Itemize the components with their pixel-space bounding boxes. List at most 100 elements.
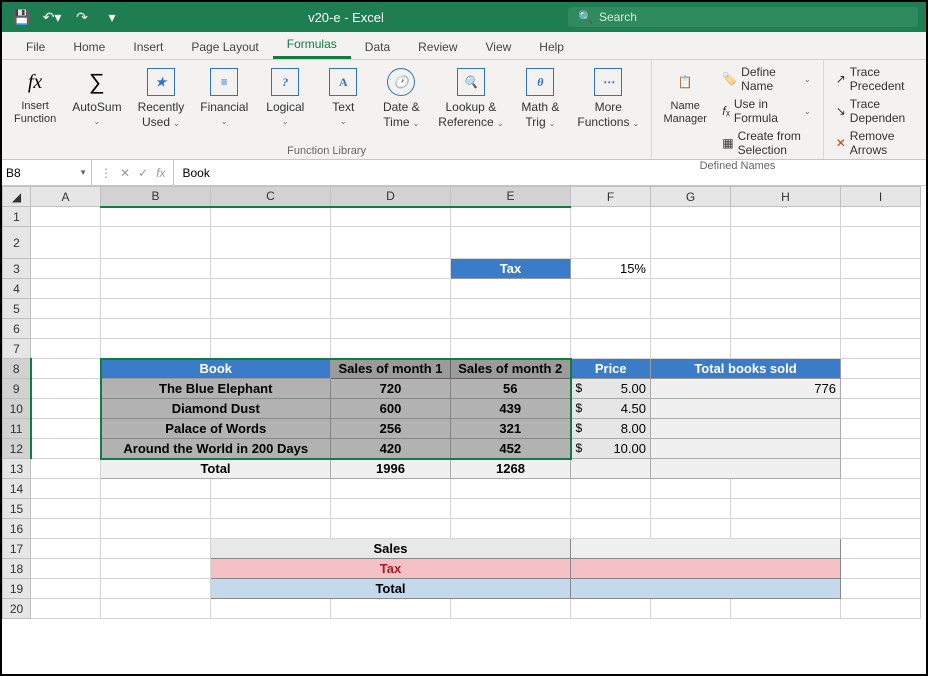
col-G[interactable]: G (651, 187, 731, 207)
row-16[interactable]: 16 (3, 519, 31, 539)
cell-G13[interactable] (651, 459, 841, 479)
cell-D13[interactable]: 1996 (331, 459, 451, 479)
cell-E13[interactable]: 1268 (451, 459, 571, 479)
datetime-button[interactable]: 🕐Date & Time ⌄ (376, 64, 426, 132)
cell-E10[interactable]: 439 (451, 399, 571, 419)
row-1[interactable]: 1 (3, 207, 31, 227)
tab-page-layout[interactable]: Page Layout (177, 35, 272, 59)
fx-bar-icon[interactable]: fx (156, 166, 165, 180)
cell-B11[interactable]: Palace of Words (101, 419, 331, 439)
cell-B13[interactable]: Total (101, 459, 331, 479)
create-from-selection-button[interactable]: ▦Create from Selection (718, 128, 815, 158)
cell-F9[interactable]: $$ 5.005.00 (571, 379, 651, 399)
define-name-button[interactable]: 🏷️Define Name ⌄ (718, 64, 815, 94)
tab-home[interactable]: Home (59, 35, 119, 59)
tab-insert[interactable]: Insert (119, 35, 177, 59)
remove-arrows-button[interactable]: ✕Remove Arrows (832, 128, 918, 158)
cell-F19[interactable] (571, 579, 841, 599)
lookup-button[interactable]: 🔍Lookup & Reference ⌄ (434, 64, 507, 132)
cell-F8[interactable]: Price (571, 359, 651, 379)
qat-customize-icon[interactable]: ▾ (100, 5, 124, 29)
cell-B8[interactable]: Book (101, 359, 331, 379)
row-10[interactable]: 10 (3, 399, 31, 419)
row-18[interactable]: 18 (3, 559, 31, 579)
cell-E11[interactable]: 321 (451, 419, 571, 439)
row-6[interactable]: 6 (3, 319, 31, 339)
col-C[interactable]: C (211, 187, 331, 207)
trace-precedents-button[interactable]: ↗Trace Precedent (832, 64, 918, 94)
col-F[interactable]: F (571, 187, 651, 207)
cell-E12[interactable]: 452 (451, 439, 571, 459)
cell-D11[interactable]: 256 (331, 419, 451, 439)
cell-F3[interactable]: 15% (571, 259, 651, 279)
cell-B9[interactable]: The Blue Elephant (101, 379, 331, 399)
row-17[interactable]: 17 (3, 539, 31, 559)
cell-D10[interactable]: 600 (331, 399, 451, 419)
tab-data[interactable]: Data (351, 35, 404, 59)
cell-D8[interactable]: Sales of month 1 (331, 359, 451, 379)
row-9[interactable]: 9 (3, 379, 31, 399)
cell-C18[interactable]: Tax (211, 559, 571, 579)
more-functions-button[interactable]: ⋯More Functions ⌄ (573, 64, 643, 132)
cell-F10[interactable]: $4.50 (571, 399, 651, 419)
row-3[interactable]: 3 (3, 259, 31, 279)
tab-file[interactable]: File (12, 35, 59, 59)
col-D[interactable]: D (331, 187, 451, 207)
cell-F17[interactable] (571, 539, 841, 559)
row-14[interactable]: 14 (3, 479, 31, 499)
recently-used-button[interactable]: ★Recently Used ⌄ (134, 64, 189, 132)
col-H[interactable]: H (731, 187, 841, 207)
row-5[interactable]: 5 (3, 299, 31, 319)
trace-dependents-button[interactable]: ↘Trace Dependen (832, 96, 918, 126)
cell-F18[interactable] (571, 559, 841, 579)
autosum-button[interactable]: ∑AutoSum⌄ (68, 64, 125, 130)
cell-F12[interactable]: $10.00 (571, 439, 651, 459)
search-box[interactable]: 🔍 Search (568, 7, 918, 27)
cell-E9[interactable]: 56 (451, 379, 571, 399)
row-15[interactable]: 15 (3, 499, 31, 519)
cell-E8[interactable]: Sales of month 2 (451, 359, 571, 379)
undo-icon[interactable]: ↶▾ (40, 5, 64, 29)
cell-C19[interactable]: Total (211, 579, 571, 599)
cell-C17[interactable]: Sales (211, 539, 571, 559)
row-11[interactable]: 11 (3, 419, 31, 439)
cell-F13[interactable] (571, 459, 651, 479)
tab-help[interactable]: Help (525, 35, 578, 59)
mathtrig-button[interactable]: θMath & Trig ⌄ (515, 64, 565, 132)
name-manager-button[interactable]: 📋Name Manager (660, 64, 710, 128)
tab-formulas[interactable]: Formulas (273, 32, 351, 59)
row-13[interactable]: 13 (3, 459, 31, 479)
col-B[interactable]: B (101, 187, 211, 207)
cell-G11[interactable] (651, 419, 841, 439)
logical-button[interactable]: ?Logical⌄ (260, 64, 310, 130)
confirm-icon[interactable]: ✓ (138, 166, 148, 180)
cell-B10[interactable]: Diamond Dust (101, 399, 331, 419)
cell-F11[interactable]: $8.00 (571, 419, 651, 439)
save-icon[interactable]: 💾 (10, 5, 34, 29)
row-19[interactable]: 19 (3, 579, 31, 599)
row-7[interactable]: 7 (3, 339, 31, 359)
tab-view[interactable]: View (472, 35, 526, 59)
cell-G9[interactable]: 776 (651, 379, 841, 399)
tab-review[interactable]: Review (404, 35, 471, 59)
use-in-formula-button[interactable]: 𝑓ₓUse in Formula ⌄ (718, 96, 815, 126)
cell-D9[interactable]: 720 (331, 379, 451, 399)
spreadsheet-grid[interactable]: ◢ A B C D E F G H I 1 2 3Tax15% 4 5 6 7 … (2, 186, 926, 674)
name-box[interactable]: B8▼ (2, 160, 92, 185)
cell-G12[interactable] (651, 439, 841, 459)
row-20[interactable]: 20 (3, 599, 31, 619)
cancel-icon[interactable]: ✕ (120, 166, 130, 180)
cell-G10[interactable] (651, 399, 841, 419)
select-all-corner[interactable]: ◢ (3, 187, 31, 207)
cell-E3[interactable]: Tax (451, 259, 571, 279)
col-I[interactable]: I (841, 187, 921, 207)
col-A[interactable]: A (31, 187, 101, 207)
insert-function-button[interactable]: fxInsert Function (10, 64, 60, 128)
col-E[interactable]: E (451, 187, 571, 207)
formula-input[interactable]: Book (174, 164, 926, 182)
row-12[interactable]: 12 (3, 439, 31, 459)
text-button[interactable]: AText⌄ (318, 64, 368, 130)
cell-D12[interactable]: 420 (331, 439, 451, 459)
row-2[interactable]: 2 (3, 227, 31, 259)
redo-icon[interactable]: ↷ (70, 5, 94, 29)
